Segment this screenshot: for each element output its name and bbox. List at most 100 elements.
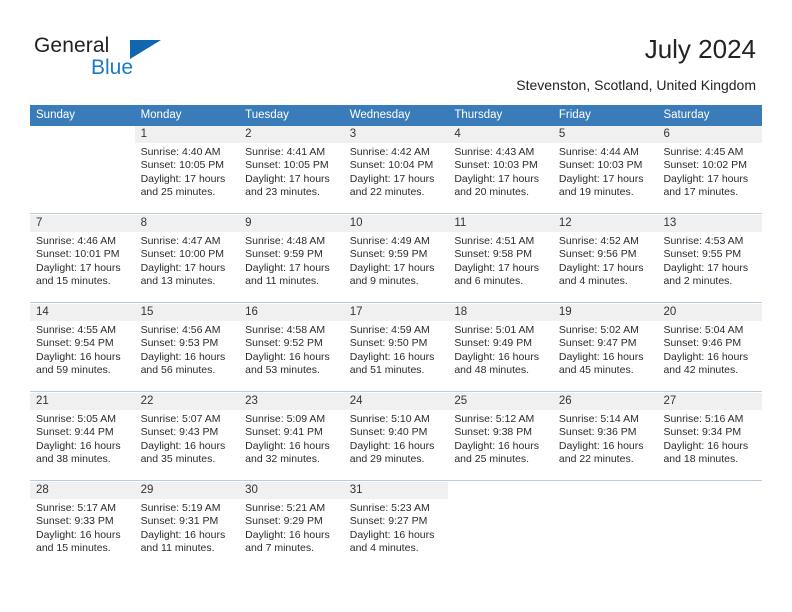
day-number[interactable]: 3 xyxy=(344,126,449,143)
day-daylight-l1-text: Daylight: 17 hours xyxy=(140,261,226,274)
day-cell[interactable]: Sunrise: 4:55 AM Sunset: 9:54 PM Daylight:… xyxy=(30,321,135,391)
day-cell[interactable]: Sunrise: 4:48 AM Sunset: 9:59 PM Daylight:… xyxy=(239,232,344,302)
day-cell[interactable]: Sunrise: 4:43 AM Sunset: 10:03 PM Daylight… xyxy=(448,143,553,213)
day-cell[interactable]: Sunrise: 5:09 AM Sunset: 9:41 PM Daylight:… xyxy=(239,410,344,480)
day-sunrise-text: Sunrise: 5:17 AM xyxy=(36,502,116,514)
day-number[interactable]: 18 xyxy=(448,304,553,321)
day-number[interactable]: 17 xyxy=(344,304,449,321)
day-cell[interactable]: Sunrise: 5:05 AM Sunset: 9:44 PM Daylight:… xyxy=(30,410,135,480)
day-number[interactable]: 25 xyxy=(448,393,553,410)
day-daylight-l1-text: Daylight: 16 hours xyxy=(36,439,121,452)
day-sunset-text: Sunset: 10:02 PM xyxy=(663,159,747,172)
day-number[interactable]: 5 xyxy=(553,126,658,143)
day-cell[interactable]: Sunrise: 4:59 AM Sunset: 9:50 PM Daylight:… xyxy=(344,321,449,391)
day-number[interactable]: 15 xyxy=(135,304,240,321)
day-daylight-l2-text: and 9 minutes. xyxy=(349,275,419,288)
day-number[interactable]: 9 xyxy=(239,215,344,232)
day-cell[interactable]: Sunrise: 5:02 AM Sunset: 9:47 PM Daylight:… xyxy=(553,321,658,391)
day-daylight-l1-text: Daylight: 16 hours xyxy=(349,350,435,363)
day-number[interactable]: 7 xyxy=(30,215,135,232)
day-number[interactable]: 13 xyxy=(657,215,762,232)
day-cell[interactable]: Sunrise: 5:16 AM Sunset: 9:34 PM Daylight:… xyxy=(657,410,762,480)
day-sunrise-text: Sunrise: 4:40 AM xyxy=(140,146,221,158)
day-cell[interactable]: Sunrise: 4:45 AM Sunset: 10:02 PM Daylight… xyxy=(657,143,762,213)
day-cell[interactable]: Sunrise: 4:44 AM Sunset: 10:03 PM Daylight… xyxy=(553,143,658,213)
day-daylight-l2-text: and 11 minutes. xyxy=(140,542,215,555)
day-daylight-l1-text: Daylight: 17 hours xyxy=(245,172,330,185)
day-number[interactable]: 21 xyxy=(30,393,135,410)
day-sunrise-text: Sunrise: 4:49 AM xyxy=(349,235,430,247)
day-daylight-l1-text: Daylight: 16 hours xyxy=(36,528,121,541)
weekday-header-friday: Friday xyxy=(558,109,591,121)
day-number[interactable]: 22 xyxy=(135,393,240,410)
day-number-empty xyxy=(552,482,658,499)
day-number[interactable]: 11 xyxy=(448,215,553,232)
day-cell[interactable]: Sunrise: 4:58 AM Sunset: 9:52 PM Daylight:… xyxy=(239,321,344,391)
day-cell-empty xyxy=(553,499,658,569)
day-cell[interactable]: Sunrise: 5:07 AM Sunset: 9:43 PM Daylight:… xyxy=(135,410,240,480)
day-number[interactable]: 29 xyxy=(135,482,240,499)
day-cell[interactable]: Sunrise: 5:17 AM Sunset: 9:33 PM Daylight:… xyxy=(30,499,135,569)
day-cell[interactable]: Sunrise: 5:23 AM Sunset: 9:27 PM Daylight:… xyxy=(344,499,449,569)
day-cell[interactable]: Sunrise: 4:42 AM Sunset: 10:04 PM Daylight… xyxy=(344,143,449,213)
day-daylight-l2-text: and 20 minutes. xyxy=(454,186,530,199)
day-daylight-l1-text: Daylight: 17 hours xyxy=(245,261,330,274)
day-cell[interactable]: Sunrise: 5:19 AM Sunset: 9:31 PM Daylight:… xyxy=(135,499,240,569)
day-number[interactable]: 23 xyxy=(239,393,344,410)
day-sunrise-text: Sunrise: 4:41 AM xyxy=(245,146,326,158)
day-number[interactable]: 26 xyxy=(553,393,658,410)
day-cell[interactable]: Sunrise: 5:04 AM Sunset: 9:46 PM Daylight:… xyxy=(657,321,762,391)
day-number[interactable]: 31 xyxy=(344,482,449,499)
day-number[interactable]: 12 xyxy=(553,215,658,232)
day-number[interactable]: 2 xyxy=(239,126,344,143)
day-daylight-l2-text: and 29 minutes. xyxy=(349,453,425,466)
day-daylight-l1-text: Daylight: 16 hours xyxy=(245,350,330,363)
day-cell[interactable]: Sunrise: 5:21 AM Sunset: 9:29 PM Daylight:… xyxy=(239,499,344,569)
day-info-row: Sunrise: 5:05 AM Sunset: 9:44 PM Daylight:… xyxy=(30,410,762,480)
day-cell[interactable]: Sunrise: 5:14 AM Sunset: 9:36 PM Daylight:… xyxy=(553,410,658,480)
day-number[interactable]: 30 xyxy=(239,482,344,499)
day-daylight-l2-text: and 23 minutes. xyxy=(245,186,320,199)
day-daylight-l2-text: and 18 minutes. xyxy=(663,453,739,466)
day-number[interactable]: 14 xyxy=(30,304,135,321)
day-cell[interactable]: Sunrise: 4:49 AM Sunset: 9:59 PM Daylight:… xyxy=(344,232,449,302)
day-sunrise-text: Sunrise: 4:42 AM xyxy=(349,146,430,158)
day-cell[interactable]: Sunrise: 4:40 AM Sunset: 10:05 PM Daylight… xyxy=(135,143,240,213)
day-cell[interactable]: Sunrise: 5:12 AM Sunset: 9:38 PM Daylight:… xyxy=(448,410,553,480)
logo[interactable]: General Blue xyxy=(34,34,214,86)
day-cell[interactable]: Sunrise: 4:47 AM Sunset: 10:00 PM Daylight… xyxy=(135,232,240,302)
day-cell[interactable]: Sunrise: 4:53 AM Sunset: 9:55 PM Daylight:… xyxy=(657,232,762,302)
day-cell[interactable]: Sunrise: 5:10 AM Sunset: 9:40 PM Daylight:… xyxy=(344,410,449,480)
day-daylight-l2-text: and 22 minutes. xyxy=(349,186,425,199)
page-title: July 2024 xyxy=(644,34,756,64)
day-daylight-l2-text: and 38 minutes. xyxy=(36,453,111,466)
day-number[interactable]: 4 xyxy=(448,126,553,143)
day-cell[interactable]: Sunrise: 4:41 AM Sunset: 10:05 PM Daylight… xyxy=(239,143,344,213)
day-number[interactable]: 20 xyxy=(657,304,762,321)
day-sunset-text: Sunset: 10:04 PM xyxy=(349,159,434,172)
day-cell-empty xyxy=(448,499,553,569)
day-number[interactable]: 24 xyxy=(344,393,449,410)
weekday-header-saturday: Saturday xyxy=(663,109,710,121)
day-daylight-l2-text: and 51 minutes. xyxy=(349,364,425,377)
calendar-page: General Blue July 2024 Stevenston, Scotl… xyxy=(0,0,792,612)
day-cell[interactable]: Sunrise: 5:01 AM Sunset: 9:49 PM Daylight:… xyxy=(448,321,553,391)
day-number[interactable]: 27 xyxy=(657,393,762,410)
day-cell[interactable]: Sunrise: 4:56 AM Sunset: 9:53 PM Daylight:… xyxy=(135,321,240,391)
day-number[interactable]: 8 xyxy=(135,215,240,232)
day-daylight-l1-text: Daylight: 16 hours xyxy=(245,439,330,452)
day-cell[interactable]: Sunrise: 4:51 AM Sunset: 9:58 PM Daylight:… xyxy=(448,232,553,302)
day-cell[interactable]: Sunrise: 4:46 AM Sunset: 10:01 PM Daylight… xyxy=(30,232,135,302)
day-cell-empty xyxy=(657,499,762,569)
day-number[interactable]: 28 xyxy=(30,482,135,499)
day-cell[interactable]: Sunrise: 4:52 AM Sunset: 9:56 PM Daylight:… xyxy=(553,232,658,302)
day-number[interactable]: 16 xyxy=(239,304,344,321)
day-number[interactable]: 1 xyxy=(135,126,240,143)
day-number[interactable]: 10 xyxy=(344,215,449,232)
day-number[interactable]: 6 xyxy=(657,126,762,143)
day-daylight-l2-text: and 4 minutes. xyxy=(558,275,628,288)
day-number[interactable]: 19 xyxy=(553,304,658,321)
day-daylight-l1-text: Daylight: 16 hours xyxy=(349,439,435,452)
day-sunset-text: Sunset: 9:40 PM xyxy=(349,426,428,439)
day-sunrise-text: Sunrise: 5:09 AM xyxy=(245,413,326,425)
